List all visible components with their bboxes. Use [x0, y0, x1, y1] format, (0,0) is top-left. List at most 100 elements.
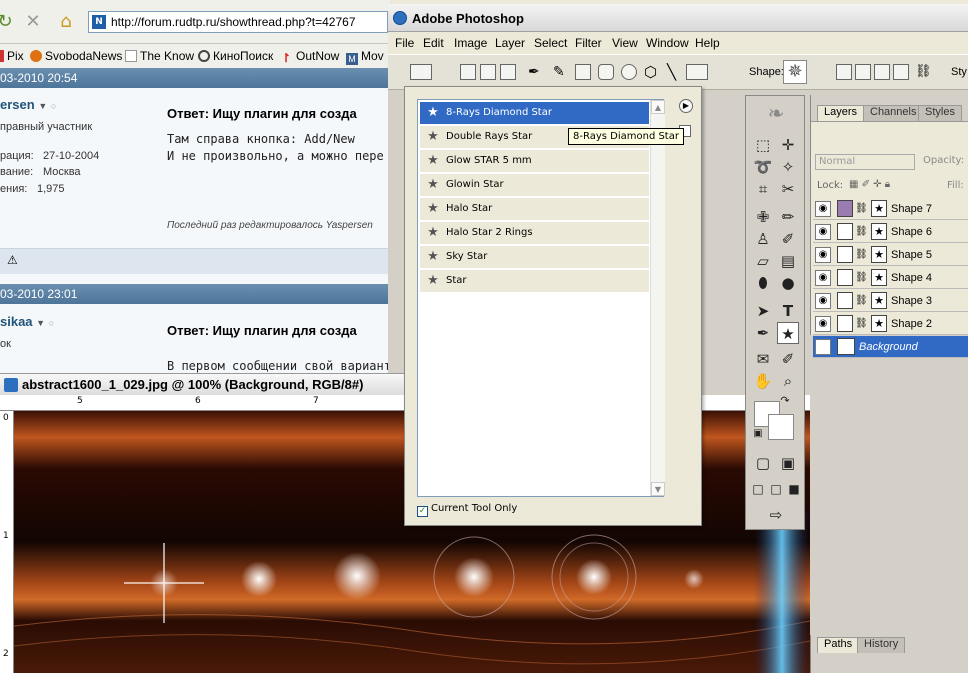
exclude-icon[interactable]	[893, 64, 909, 80]
menu-image[interactable]: Image	[454, 36, 487, 50]
layer-row[interactable]: ◉ ⛓ ★ Shape 7	[813, 198, 968, 220]
screen-mode-full-menu-icon[interactable]: □	[768, 478, 784, 500]
type-tool-icon[interactable]: T	[777, 300, 799, 322]
shape-item[interactable]: ★ 8-Rays Diamond Star	[420, 102, 649, 125]
screen-mode-full-icon[interactable]: ■	[786, 478, 802, 500]
shape-picker-button[interactable]: ✵	[783, 60, 807, 84]
shape-item[interactable]: ★ Sky Star	[420, 246, 649, 269]
magic-wand-icon[interactable]: ✧	[777, 156, 799, 178]
document-titlebar[interactable]: abstract1600_1_029.jpg @ 100% (Backgroun…	[0, 373, 405, 395]
chevron-down-icon[interactable]: ▼	[38, 101, 47, 111]
ellipse-icon[interactable]	[621, 64, 637, 80]
marquee-tool-icon[interactable]: ⬚	[752, 134, 774, 156]
layer-row[interactable]: ◉ ⛓ ★ Shape 4	[813, 267, 968, 289]
post-author[interactable]: ersen ▼ ○	[0, 97, 56, 112]
menu-file[interactable]: File	[395, 36, 414, 50]
default-colors-icon[interactable]: ▣	[752, 428, 764, 440]
shape-item[interactable]: ★ Halo Star 2 Rings	[420, 222, 649, 245]
menu-view[interactable]: View	[612, 36, 638, 50]
tab-paths[interactable]: Paths	[817, 637, 860, 653]
fill-pixels-icon[interactable]	[500, 64, 516, 80]
lasso-tool-icon[interactable]: ➰	[752, 156, 774, 178]
line-icon[interactable]: ╲	[667, 64, 683, 80]
eye-visibility-icon[interactable]: ◉	[815, 316, 831, 332]
rounded-rectangle-icon[interactable]	[598, 64, 614, 80]
picker-menu-button[interactable]: ▶	[679, 99, 693, 113]
bookmark-pix[interactable]: Pix	[0, 49, 24, 63]
chevron-down-icon[interactable]: ▼	[36, 318, 45, 328]
menu-help[interactable]: Help	[695, 36, 720, 50]
tab-channels[interactable]: Channels	[863, 105, 924, 121]
pen-tool-icon[interactable]: ✒	[752, 322, 774, 344]
eye-visibility-icon[interactable]: ◉	[815, 201, 831, 217]
eye-visibility-icon[interactable]: ◉	[815, 247, 831, 263]
history-brush-icon[interactable]: ✐	[777, 228, 799, 250]
tab-history[interactable]: History	[857, 637, 906, 653]
move-tool-icon[interactable]: ✛	[777, 134, 799, 156]
eraser-tool-icon[interactable]: ▱	[752, 250, 774, 272]
paths-icon[interactable]	[480, 64, 496, 80]
shape-item[interactable]: ★ Glow STAR 5 mm	[420, 150, 649, 173]
crop-tool-icon[interactable]: ⌗	[752, 178, 774, 200]
bookmark-outnow[interactable]: ↾ OutNow	[281, 49, 339, 64]
shape-item[interactable]: ★ Glowin Star	[420, 174, 649, 197]
scroll-up-icon[interactable]: ▲	[651, 100, 665, 114]
eye-visibility-icon[interactable]: ◉	[815, 270, 831, 286]
eye-visibility-icon[interactable]: ◉	[815, 224, 831, 240]
path-selection-icon[interactable]: ➤	[752, 300, 774, 322]
tab-layers[interactable]: Layers	[817, 105, 865, 121]
shape-item[interactable]: ★ Star	[420, 270, 649, 293]
polygon-icon[interactable]: ⬡	[644, 64, 660, 80]
standard-mode-icon[interactable]: ▢	[752, 452, 774, 474]
menu-edit[interactable]: Edit	[423, 36, 444, 50]
menu-filter[interactable]: Filter	[575, 36, 602, 50]
slice-tool-icon[interactable]: ✂	[777, 178, 799, 200]
quick-mask-icon[interactable]: ▣	[777, 452, 799, 474]
layer-row[interactable]: ◉ ⛓ ★ Shape 3	[813, 290, 968, 312]
brush-tool-icon[interactable]: ✏	[777, 206, 799, 228]
dodge-tool-icon[interactable]: ●	[777, 272, 799, 294]
link-icon[interactable]: ⛓	[915, 64, 932, 80]
healing-brush-icon[interactable]: ✙	[752, 206, 774, 228]
tab-styles[interactable]: Styles	[918, 105, 962, 121]
swap-colors-icon[interactable]: ↷	[778, 394, 792, 408]
lock-icons[interactable]: ▦ ✐ ✛ 🔒︎	[849, 179, 890, 190]
scrollbar[interactable]: ▲ ▼	[650, 100, 665, 496]
shape-list[interactable]: ★ 8-Rays Diamond Star ★ Double Rays Star ★ Gl…	[417, 99, 665, 497]
refresh-icon[interactable]: ↻	[0, 11, 16, 33]
bookmark-svobodanews[interactable]: SvobodaNews	[30, 49, 122, 63]
current-tool-only-checkbox[interactable]: ✓ Current Tool Only	[417, 503, 517, 517]
menu-layer[interactable]: Layer	[495, 36, 525, 50]
freeform-pen-icon[interactable]: ✎	[553, 64, 569, 80]
home-icon[interactable]: ⌂	[55, 11, 77, 33]
custom-shape-tool-icon[interactable]: ★	[777, 322, 799, 344]
blur-tool-icon[interactable]: ⬮	[752, 272, 774, 294]
post-author[interactable]: sikaa ▼ ○	[0, 314, 54, 329]
bookmark-mov[interactable]: M Mov	[346, 49, 384, 65]
layer-row[interactable]: ◉ ⛓ ★ Shape 2	[813, 313, 968, 335]
menu-select[interactable]: Select	[534, 36, 567, 50]
stop-icon[interactable]: ✕	[22, 11, 44, 33]
menu-window[interactable]: Window	[646, 36, 689, 50]
bookmark-the-know[interactable]: The Know	[125, 49, 194, 63]
blend-mode-select[interactable]: Normal	[815, 154, 915, 170]
intersect-icon[interactable]	[874, 64, 890, 80]
custom-shape-icon[interactable]	[686, 64, 708, 80]
layer-row[interactable]: ◉ Background	[813, 336, 968, 358]
shape-item[interactable]: ★ Halo Star	[420, 198, 649, 221]
address-bar[interactable]: N http://forum.rudtp.ru/showthread.php?t…	[88, 11, 388, 33]
report-warning-icon[interactable]: ⚠	[7, 253, 18, 267]
bookmark-kinopoisk[interactable]: КиноПоиск	[198, 49, 273, 63]
notes-tool-icon[interactable]: ✉	[752, 348, 774, 370]
gradient-tool-icon[interactable]: ▤	[777, 250, 799, 272]
subtract-icon[interactable]	[855, 64, 871, 80]
scroll-down-icon[interactable]: ▼	[651, 482, 665, 496]
combine-icon[interactable]	[836, 64, 852, 80]
eye-visibility-icon[interactable]: ◉	[815, 339, 831, 355]
rectangle-tool-icon[interactable]	[575, 64, 591, 80]
screen-mode-standard-icon[interactable]: □	[750, 478, 766, 500]
pen-icon[interactable]: ✒	[528, 64, 544, 80]
stamp-tool-icon[interactable]: ♙	[752, 228, 774, 250]
shape-layers-icon[interactable]	[460, 64, 476, 80]
custom-shape-preset-icon[interactable]	[410, 64, 432, 80]
